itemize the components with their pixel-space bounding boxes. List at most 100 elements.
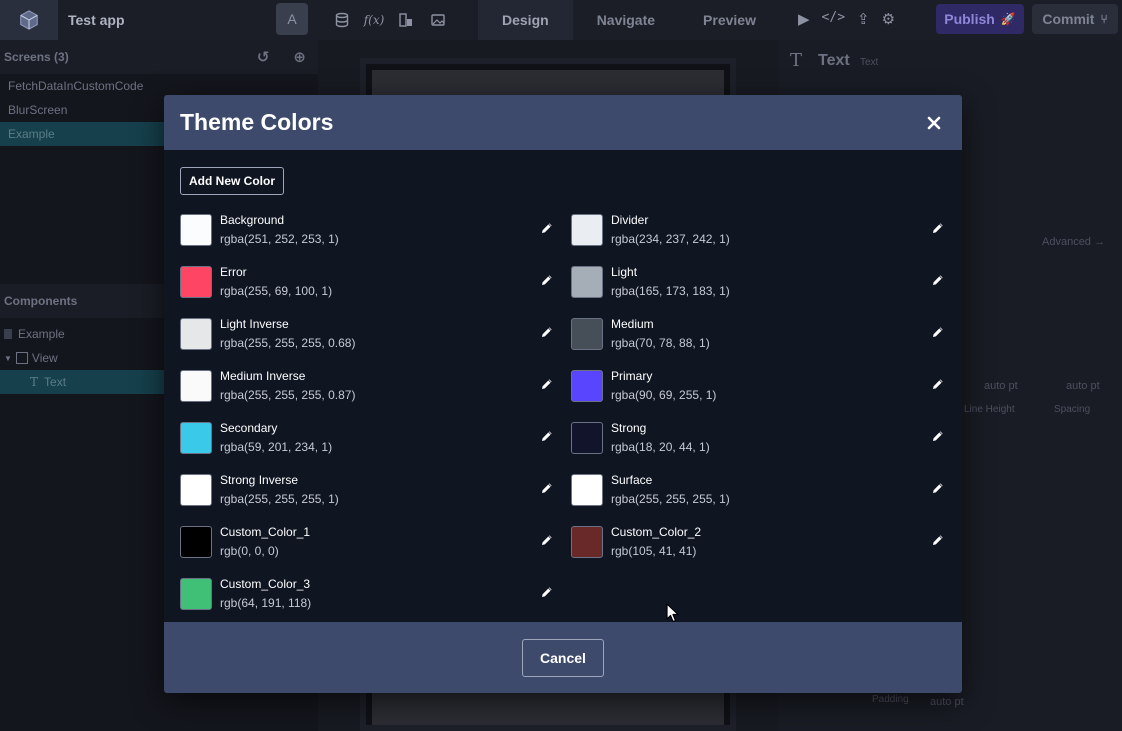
edit-color-button[interactable] [539, 532, 555, 548]
color-text: Primary rgba(90, 69, 255, 1) [611, 368, 716, 403]
color-text: Custom_Color_1 rgb(0, 0, 0) [220, 524, 310, 559]
color-item: Error rgba(255, 69, 100, 1) [180, 264, 555, 316]
color-value: rgba(59, 201, 234, 1) [220, 440, 333, 454]
color-item: Custom_Color_3 rgb(64, 191, 118) [180, 576, 555, 628]
pencil-icon [542, 431, 552, 441]
color-text: Background rgba(251, 252, 253, 1) [220, 212, 339, 247]
color-text: Light Inverse rgba(255, 255, 255, 0.68) [220, 316, 355, 351]
pencil-icon [542, 275, 552, 285]
edit-color-button[interactable] [539, 376, 555, 392]
color-swatch[interactable] [571, 474, 603, 506]
pencil-icon [933, 327, 943, 337]
pencil-icon [933, 275, 943, 285]
cancel-button[interactable]: Cancel [522, 638, 604, 677]
color-swatch[interactable] [180, 526, 212, 558]
modal-header: Theme Colors [164, 95, 962, 150]
color-item: Divider rgba(234, 237, 242, 1) [571, 212, 946, 264]
color-value: rgb(0, 0, 0) [220, 544, 279, 558]
pencil-icon [542, 535, 552, 545]
color-name: Custom_Color_3 [220, 577, 311, 591]
color-name: Background [220, 213, 285, 227]
color-item: Light Inverse rgba(255, 255, 255, 0.68) [180, 316, 555, 368]
color-value: rgba(90, 69, 255, 1) [611, 388, 717, 402]
pencil-icon [542, 223, 552, 233]
color-text: Strong rgba(18, 20, 44, 1) [611, 420, 710, 455]
color-item: Background rgba(251, 252, 253, 1) [180, 212, 555, 264]
edit-color-button[interactable] [539, 324, 555, 340]
edit-color-button[interactable] [930, 324, 946, 340]
color-value: rgb(64, 191, 118) [220, 596, 312, 610]
pencil-icon [933, 483, 943, 493]
color-name: Strong [611, 421, 647, 435]
theme-colors-modal: Theme Colors Add New Color Background rgb… [164, 95, 962, 693]
pencil-icon [542, 587, 552, 597]
color-text: Light rgba(165, 173, 183, 1) [611, 264, 730, 299]
color-swatch[interactable] [571, 526, 603, 558]
color-swatch[interactable] [571, 318, 603, 350]
color-item: Custom_Color_2 rgb(105, 41, 41) [571, 524, 946, 576]
color-text: Strong Inverse rgba(255, 255, 255, 1) [220, 472, 339, 507]
modal-body: Add New Color Background rgba(251, 252, 2… [164, 150, 962, 622]
edit-color-button[interactable] [930, 272, 946, 288]
color-swatch[interactable] [180, 266, 212, 298]
color-swatch[interactable] [571, 214, 603, 246]
edit-color-button[interactable] [930, 428, 946, 444]
edit-color-button[interactable] [930, 480, 946, 496]
pencil-icon [542, 327, 552, 337]
add-new-color-button[interactable]: Add New Color [180, 167, 284, 195]
edit-color-button[interactable] [539, 584, 555, 600]
pencil-icon [933, 223, 943, 233]
color-swatch[interactable] [180, 214, 212, 246]
color-name: Strong Inverse [220, 473, 299, 487]
color-swatch[interactable] [180, 422, 212, 454]
edit-color-button[interactable] [539, 272, 555, 288]
color-name: Divider [611, 213, 649, 227]
color-value: rgba(255, 255, 255, 0.68) [220, 336, 356, 350]
color-name: Light [611, 265, 638, 279]
color-item: Secondary rgba(59, 201, 234, 1) [180, 420, 555, 472]
color-item: Primary rgba(90, 69, 255, 1) [571, 368, 946, 420]
color-value: rgba(255, 255, 255, 1) [611, 492, 730, 506]
color-name: Primary [611, 369, 653, 383]
edit-color-button[interactable] [930, 376, 946, 392]
color-value: rgba(255, 255, 255, 1) [220, 492, 339, 506]
color-item: Surface rgba(255, 255, 255, 1) [571, 472, 946, 524]
color-text: Medium Inverse rgba(255, 255, 255, 0.87) [220, 368, 355, 403]
close-icon [927, 116, 941, 129]
color-value: rgba(18, 20, 44, 1) [611, 440, 710, 454]
color-text: Surface rgba(255, 255, 255, 1) [611, 472, 730, 507]
color-swatch[interactable] [180, 578, 212, 610]
close-button[interactable] [922, 111, 946, 135]
color-swatch[interactable] [571, 422, 603, 454]
edit-color-button[interactable] [930, 220, 946, 236]
color-name: Medium Inverse [220, 369, 306, 383]
pencil-icon [933, 535, 943, 545]
color-name: Custom_Color_2 [611, 525, 702, 539]
color-name: Secondary [220, 421, 278, 435]
color-value: rgba(165, 173, 183, 1) [611, 284, 730, 298]
pencil-icon [542, 483, 552, 493]
color-item: Custom_Color_1 rgb(0, 0, 0) [180, 524, 555, 576]
color-swatch[interactable] [180, 474, 212, 506]
color-swatch[interactable] [571, 370, 603, 402]
edit-color-button[interactable] [539, 480, 555, 496]
color-value: rgba(251, 252, 253, 1) [220, 232, 339, 246]
mouse-cursor-icon [666, 603, 679, 623]
pencil-icon [933, 431, 943, 441]
color-swatch[interactable] [180, 318, 212, 350]
color-name: Custom_Color_1 [220, 525, 311, 539]
color-name: Light Inverse [220, 317, 289, 331]
color-swatch[interactable] [571, 266, 603, 298]
color-text: Divider rgba(234, 237, 242, 1) [611, 212, 730, 247]
edit-color-button[interactable] [930, 532, 946, 548]
pencil-icon [542, 379, 552, 389]
edit-color-button[interactable] [539, 428, 555, 444]
color-text: Custom_Color_3 rgb(64, 191, 118) [220, 576, 311, 611]
color-swatch[interactable] [180, 370, 212, 402]
color-item: Strong rgba(18, 20, 44, 1) [571, 420, 946, 472]
color-item: Strong Inverse rgba(255, 255, 255, 1) [180, 472, 555, 524]
edit-color-button[interactable] [539, 220, 555, 236]
color-value: rgba(70, 78, 88, 1) [611, 336, 710, 350]
color-value: rgba(255, 69, 100, 1) [220, 284, 333, 298]
pencil-icon [933, 379, 943, 389]
